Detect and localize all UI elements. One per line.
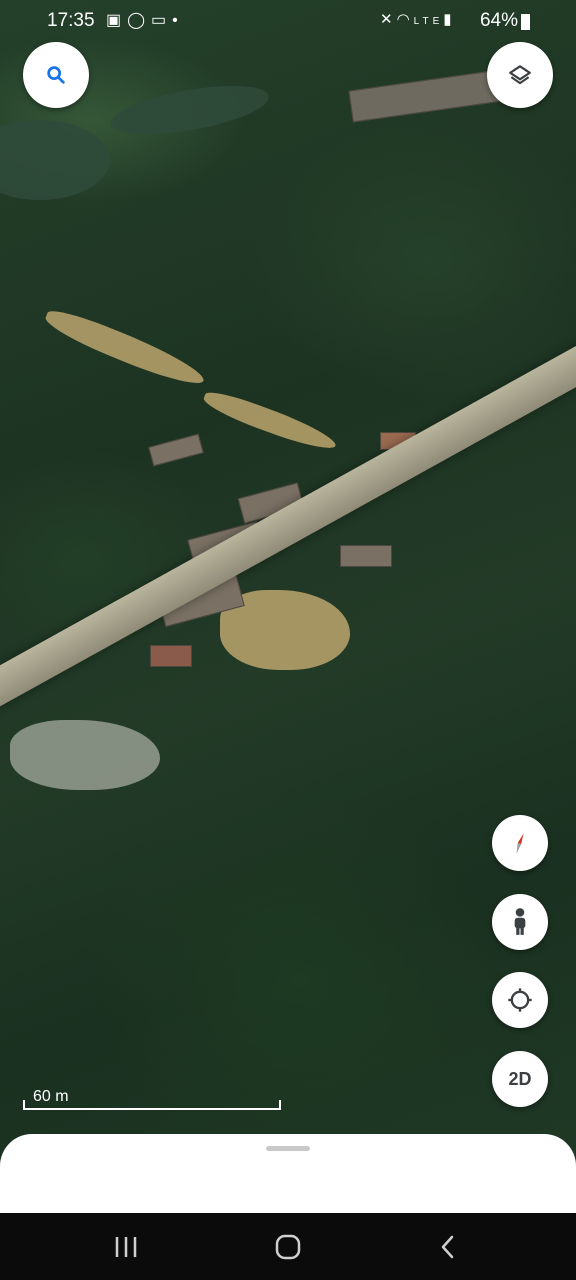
system-navigation-bar <box>0 1213 576 1280</box>
search-button[interactable] <box>23 42 89 108</box>
scale-line <box>23 1100 281 1110</box>
street-view-button[interactable] <box>492 894 548 950</box>
satellite-map[interactable] <box>0 0 576 1213</box>
my-location-button[interactable] <box>492 972 548 1028</box>
building <box>348 69 504 123</box>
compass-button[interactable] <box>492 815 548 871</box>
back-icon <box>441 1235 454 1259</box>
compass-icon <box>516 833 524 854</box>
battery-level: 64% <box>479 10 518 31</box>
signal-icon: ▮ <box>443 11 456 28</box>
recents-button[interactable] <box>106 1229 146 1265</box>
pegman-icon <box>514 908 526 935</box>
building <box>148 433 204 467</box>
layers-button[interactable] <box>487 42 553 108</box>
volte-icon: LTE <box>413 16 444 27</box>
recents-icon <box>115 1237 137 1257</box>
wifi-icon: ◠ <box>396 11 414 28</box>
crosshair-icon <box>508 988 532 1012</box>
system-icons: ✕◠LTE▮ <box>380 10 456 28</box>
mute-icon: ✕ <box>380 11 397 28</box>
home-button[interactable] <box>268 1229 308 1265</box>
building <box>150 645 192 667</box>
voicemail-icon: ▭ <box>151 12 173 29</box>
lake <box>0 120 110 200</box>
scale-bar: 60 m <box>23 1088 281 1110</box>
dirt-area <box>41 304 209 392</box>
home-icon <box>275 1234 301 1260</box>
status-bar: 17:35 ▣◯▭• ✕◠LTE▮ 64% <box>0 0 576 42</box>
back-button[interactable] <box>428 1229 468 1265</box>
image-icon: ▣ <box>106 12 128 29</box>
whatsapp-icon: ◯ <box>127 12 152 29</box>
battery-icon <box>521 14 530 30</box>
layers-icon <box>509 65 531 85</box>
pond <box>107 76 273 144</box>
view-mode-button[interactable]: 2D <box>492 1051 548 1107</box>
notification-icons: ▣◯▭• <box>106 10 184 30</box>
search-icon <box>47 66 65 84</box>
status-time: 17:35 <box>47 10 95 31</box>
dirt-area <box>200 386 340 456</box>
sheet-drag-handle[interactable] <box>266 1146 310 1151</box>
view-mode-label: 2D <box>508 1068 532 1089</box>
bottom-sheet[interactable] <box>0 1134 576 1213</box>
dirt-area <box>10 720 160 790</box>
dot-icon: • <box>172 12 184 29</box>
building <box>340 545 392 567</box>
